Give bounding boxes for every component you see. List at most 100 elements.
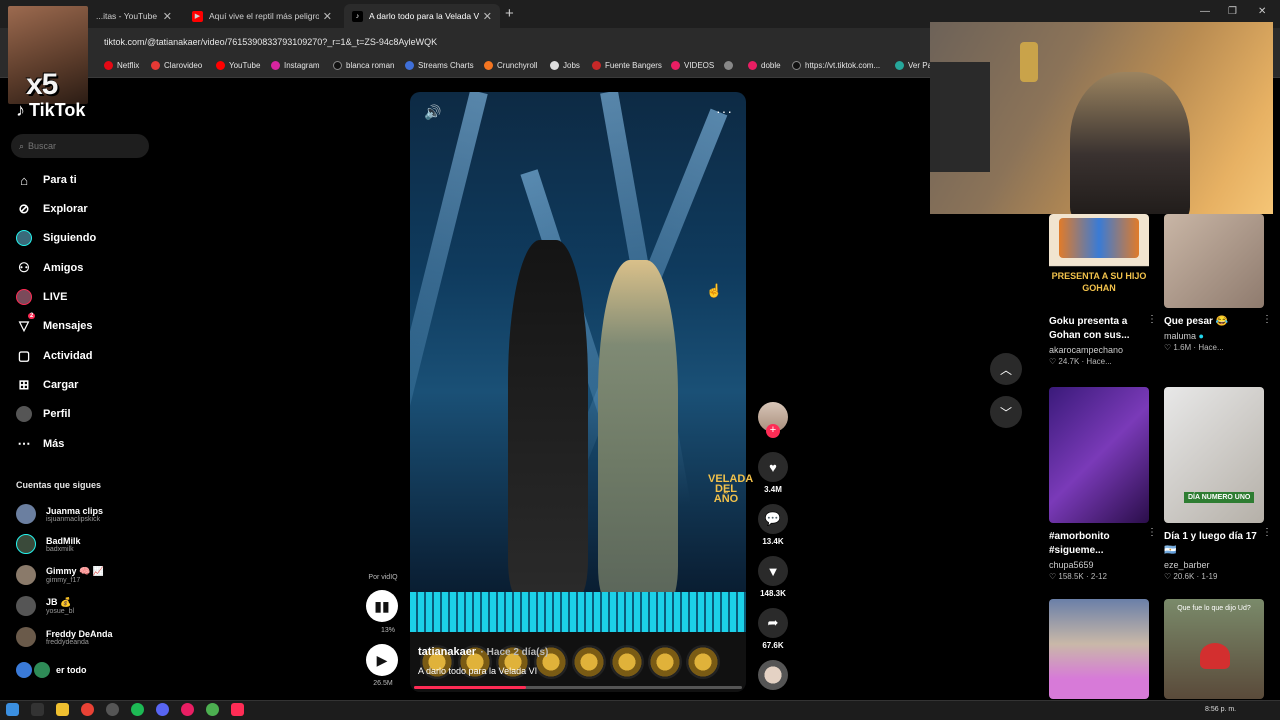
see-all-link[interactable]: er todo — [16, 662, 87, 678]
kebab-icon[interactable]: ⋮ — [1262, 314, 1272, 325]
velada-watermark: VELADA DEL AÑO — [708, 473, 754, 505]
search-box[interactable]: ⌕ — [11, 134, 149, 158]
spotify-icon[interactable] — [131, 703, 144, 716]
bookmark-streams-charts[interactable]: Streams Charts — [405, 61, 474, 70]
related-video-card[interactable] — [1049, 599, 1149, 699]
related-video-card[interactable]: #amorbonito #sigueme... chupa5659 ♡ 158.… — [1049, 387, 1157, 581]
stage-screen — [410, 592, 746, 632]
previous-video-button[interactable]: ︿ — [990, 353, 1022, 385]
video-thumbnail[interactable]: PRESENTA A SU HIJO GOHAN — [1049, 214, 1149, 308]
stats-button[interactable]: ▮▮ — [366, 590, 398, 622]
bookmark-ver-pa[interactable]: Ver Pa — [895, 61, 932, 70]
tab-reptil[interactable]: ▶ Aquí vive el reptil más peligroso ✕ — [184, 4, 340, 28]
close-icon[interactable]: ✕ — [323, 10, 332, 23]
nav-cargar[interactable]: ⊞ Cargar — [16, 377, 79, 393]
bookmark-instagram[interactable]: Instagram — [271, 61, 320, 70]
video-thumbnail[interactable] — [1049, 599, 1149, 699]
nav-live[interactable]: LIVE — [16, 289, 67, 305]
related-video-card[interactable]: Que fue lo que dijo Ud? — [1164, 599, 1264, 699]
video-title: Día 1 y luego día 17 🇦🇷 — [1164, 531, 1257, 556]
chrome-icon[interactable] — [81, 703, 94, 716]
nav-actividad[interactable]: ▢ Actividad — [16, 348, 93, 364]
video-thumbnail[interactable]: Que fue lo que dijo Ud? — [1164, 599, 1264, 699]
bookmark-action[interactable]: ▼ 148.3K — [758, 556, 788, 598]
heart-icon[interactable]: ♥ — [758, 452, 788, 482]
follow-plus-icon[interactable]: + — [766, 424, 780, 438]
bookmark-blanca-roman[interactable]: blanca roman — [333, 61, 394, 70]
close-window-icon[interactable]: ✕ — [1258, 6, 1266, 17]
share-icon[interactable]: ➦ — [758, 608, 788, 638]
kebab-icon[interactable]: ⋮ — [1147, 314, 1157, 325]
account-badmilk[interactable]: BadMilk badxmilk — [16, 534, 81, 554]
upload-icon: ⊞ — [18, 377, 30, 392]
video-progress-bar[interactable] — [414, 686, 742, 689]
bookmark-vt-tiktok[interactable]: https://vt.tiktok.com... — [792, 61, 880, 70]
discord-icon[interactable] — [156, 703, 169, 716]
more-icon: ⋯ — [17, 436, 31, 451]
file-explorer-icon[interactable] — [56, 703, 69, 716]
bookmark-netflix[interactable]: Netflix — [104, 61, 139, 70]
creator-avatar[interactable]: + — [758, 402, 788, 438]
compass-icon: ⊘ — [18, 201, 30, 216]
bookmark-videos[interactable]: VIDEOS — [671, 61, 714, 70]
tiktok-logo[interactable]: ♪ TikTok — [16, 100, 85, 121]
app-icon[interactable] — [181, 703, 194, 716]
start-icon[interactable] — [6, 703, 19, 716]
search-icon[interactable] — [31, 703, 44, 716]
next-video-button[interactable]: ﹀ — [990, 396, 1022, 428]
avatar — [16, 627, 36, 647]
nav-explorar[interactable]: ⊘ Explorar — [16, 201, 88, 217]
account-jb[interactable]: JB 💰 yosue_bl — [16, 596, 74, 616]
bookmark-clarovideo[interactable]: Clarovideo — [151, 61, 202, 70]
tiktok-icon: ♪ — [352, 10, 363, 22]
bookmark-jobs[interactable]: Jobs — [550, 61, 580, 70]
account-freddy[interactable]: Freddy DeAnda freddydeanda — [16, 627, 113, 647]
nav-para-ti[interactable]: ⌂ Para ti — [16, 172, 77, 188]
related-video-card[interactable]: Que pesar 😂 maluma ● ♡ 1.6M · Hace... ⋮ — [1164, 214, 1272, 352]
kebab-icon[interactable]: ⋮ — [1262, 527, 1272, 538]
account-gimmy[interactable]: Gimmy 🧠 📈 gimmy_f17 — [16, 565, 104, 585]
close-icon[interactable]: ✕ — [483, 10, 492, 23]
author-name[interactable]: tatianakaer — [418, 646, 476, 658]
close-icon[interactable]: ✕ — [163, 10, 172, 23]
settings-icon[interactable] — [106, 703, 119, 716]
comment-icon[interactable]: 💬 — [758, 504, 788, 534]
share-action[interactable]: ➦ 67.6K — [758, 608, 788, 650]
url-text[interactable]: tiktok.com/@tatianakaer/video/7615390833… — [104, 37, 437, 47]
restore-icon[interactable]: ❐ — [1228, 6, 1237, 17]
music-disc[interactable] — [758, 660, 788, 690]
video-player[interactable] — [410, 92, 746, 692]
account-juanma[interactable]: Juanma clips isjuanmaclipskick — [16, 504, 103, 524]
bookmark-doble[interactable]: doble — [748, 61, 781, 70]
more-options-icon[interactable]: ··· — [716, 103, 733, 119]
search-input[interactable] — [28, 141, 129, 151]
new-tab-button[interactable]: + — [505, 5, 514, 22]
nav-perfil[interactable]: Perfil — [16, 406, 71, 422]
clock[interactable]: 8:56 p. m. — [1205, 706, 1236, 713]
tiktok-app-icon[interactable] — [231, 703, 244, 716]
bookmark-fuente-bangers[interactable]: Fuente Bangers — [592, 61, 662, 70]
related-video-card[interactable]: PRESENTA A SU HIJO GOHAN Goku presenta a… — [1049, 214, 1157, 366]
tab-youtube[interactable]: ...itas - YouTube ✕ — [88, 4, 180, 28]
kebab-icon[interactable]: ⋮ — [1147, 527, 1157, 538]
bookmark-icon[interactable]: ▼ — [758, 556, 788, 586]
comment-action[interactable]: 💬 13.4K — [758, 504, 788, 546]
related-video-card[interactable]: DÍA NUMERO UNO Día 1 y luego día 17 🇦🇷 e… — [1164, 387, 1272, 581]
video-thumbnail[interactable]: DÍA NUMERO UNO — [1164, 387, 1264, 523]
play-button[interactable]: ▶ — [366, 644, 398, 676]
bookmark-crunchyroll[interactable]: Crunchyroll — [484, 61, 537, 70]
chrome-profile-icon[interactable] — [206, 703, 219, 716]
nav-mas[interactable]: ⋯ Más — [16, 436, 65, 452]
video-thumbnail[interactable] — [1049, 387, 1149, 523]
tab-tiktok[interactable]: ♪ A darlo todo para la Velada VI | ✕ — [344, 4, 500, 28]
bookmark-globe[interactable] — [724, 61, 737, 70]
bookmark-youtube[interactable]: YouTube — [216, 61, 260, 70]
nav-mensajes[interactable]: ▽ 2 Mensajes — [16, 313, 93, 334]
minimize-icon[interactable]: — — [1200, 6, 1210, 17]
volume-icon[interactable]: 🔊 — [424, 104, 441, 121]
nav-siguiendo[interactable]: Siguiendo — [16, 230, 96, 246]
mouse-cursor: ☝ — [706, 283, 723, 298]
video-thumbnail[interactable] — [1164, 214, 1264, 308]
like-action[interactable]: ♥ 3.4M — [758, 452, 788, 494]
nav-amigos[interactable]: ⚇ Amigos — [16, 260, 83, 276]
